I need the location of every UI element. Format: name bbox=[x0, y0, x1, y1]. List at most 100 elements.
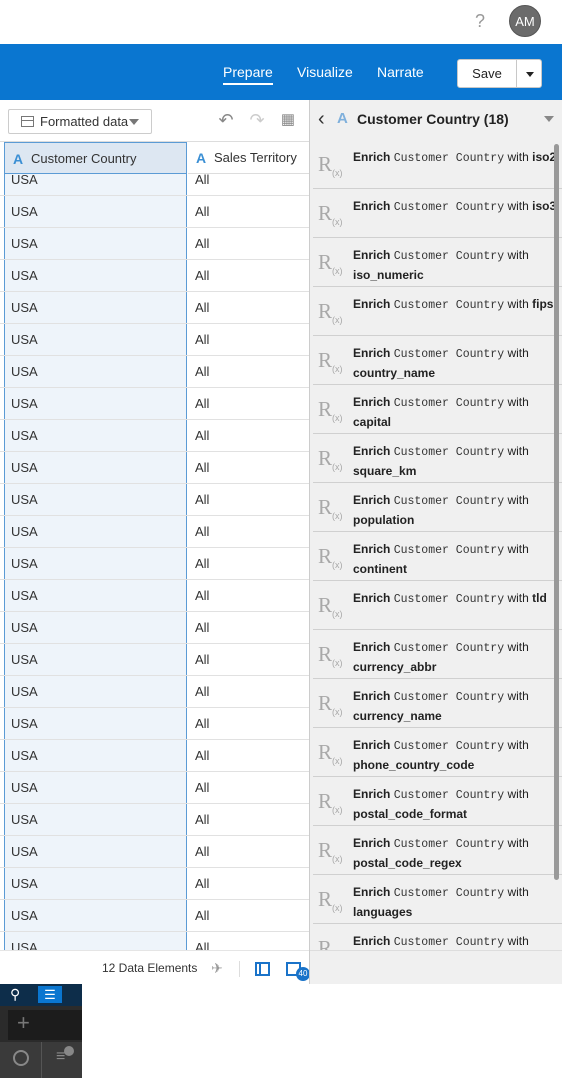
cell-sales-territory[interactable]: All bbox=[188, 772, 309, 803]
tab-prepare[interactable]: Prepare bbox=[223, 64, 273, 85]
cell-customer-country[interactable]: USA bbox=[4, 868, 187, 899]
table-row[interactable]: USA All bbox=[0, 260, 309, 292]
user-icon[interactable] bbox=[13, 1050, 29, 1066]
cell-sales-territory[interactable]: All bbox=[188, 452, 309, 483]
caret-down-icon[interactable] bbox=[544, 116, 554, 122]
add-icon[interactable]: + bbox=[17, 1010, 30, 1036]
save-button[interactable]: Save bbox=[457, 59, 517, 88]
cell-customer-country[interactable]: USA bbox=[4, 580, 187, 611]
cell-customer-country[interactable]: USA bbox=[4, 644, 187, 675]
avatar[interactable]: AM bbox=[509, 5, 541, 37]
recommendation-item[interactable]: R(x) Enrich Customer Country with iso2 bbox=[313, 140, 562, 189]
cell-customer-country[interactable]: USA bbox=[4, 452, 187, 483]
cell-customer-country[interactable]: USA bbox=[4, 196, 187, 227]
cell-customer-country[interactable]: USA bbox=[4, 356, 187, 387]
cell-sales-territory[interactable]: All bbox=[188, 676, 309, 707]
cell-sales-territory[interactable]: All bbox=[188, 740, 309, 771]
cell-sales-territory[interactable]: All bbox=[188, 836, 309, 867]
recommendation-item[interactable]: R(x) Enrich Customer Country with contine… bbox=[313, 532, 562, 581]
table-row[interactable]: USA All bbox=[0, 868, 309, 900]
cell-sales-territory[interactable]: All bbox=[188, 612, 309, 643]
cell-customer-country[interactable]: USA bbox=[4, 484, 187, 515]
cell-sales-territory[interactable]: All bbox=[188, 900, 309, 931]
table-row[interactable]: USA All bbox=[0, 612, 309, 644]
cell-sales-territory[interactable]: All bbox=[188, 548, 309, 579]
table-row[interactable]: USA All bbox=[0, 644, 309, 676]
recommendation-item[interactable]: R(x) Enrich Customer Country with currenc… bbox=[313, 679, 562, 728]
recommendation-item[interactable]: R(x) Enrich Customer Country with tld bbox=[313, 581, 562, 630]
table-row[interactable]: USA All bbox=[0, 420, 309, 452]
recommendation-item[interactable]: R(x) Enrich Customer Country with country… bbox=[313, 336, 562, 385]
cell-customer-country[interactable]: USA bbox=[4, 932, 187, 950]
cell-sales-territory[interactable]: All bbox=[188, 324, 309, 355]
column-header-customer-country[interactable]: A Customer Country bbox=[4, 142, 187, 174]
cell-sales-territory[interactable]: All bbox=[188, 516, 309, 547]
recommendation-item[interactable]: R(x) Enrich Customer Country with square_… bbox=[313, 434, 562, 483]
search-icon[interactable]: ⚲ bbox=[10, 986, 20, 1003]
formatted-data-dropdown[interactable]: Formatted data bbox=[8, 109, 152, 134]
cell-customer-country[interactable]: USA bbox=[4, 900, 187, 931]
cell-customer-country[interactable]: USA bbox=[4, 836, 187, 867]
table-row[interactable]: USA All bbox=[0, 836, 309, 868]
cell-customer-country[interactable]: USA bbox=[4, 772, 187, 803]
recommendation-item[interactable]: R(x) Enrich Customer Country with phone_c… bbox=[313, 728, 562, 777]
toggle-panel-icon[interactable] bbox=[255, 962, 270, 976]
tab-visualize[interactable]: Visualize bbox=[297, 64, 353, 80]
table-row[interactable]: USA All bbox=[0, 676, 309, 708]
recommendation-item[interactable]: R(x) Enrich Customer Country with iso3 bbox=[313, 189, 562, 238]
table-row[interactable]: USA All bbox=[0, 580, 309, 612]
cell-customer-country[interactable]: USA bbox=[4, 292, 187, 323]
recommendation-item[interactable]: R(x) Enrich Customer Country with languag… bbox=[313, 875, 562, 924]
cell-customer-country[interactable]: USA bbox=[4, 612, 187, 643]
cell-sales-territory[interactable]: All bbox=[188, 484, 309, 515]
cell-customer-country[interactable]: USA bbox=[4, 228, 187, 259]
table-row[interactable]: USA All bbox=[0, 548, 309, 580]
table-row[interactable]: USA All bbox=[0, 740, 309, 772]
table-row[interactable]: USA All bbox=[0, 324, 309, 356]
rocket-icon[interactable]: ✈ bbox=[208, 959, 226, 977]
table-row[interactable]: USA All bbox=[0, 932, 309, 950]
table-row[interactable]: USA All bbox=[0, 708, 309, 740]
table-row[interactable]: USA All bbox=[0, 356, 309, 388]
recommendation-item[interactable]: R(x) Enrich Customer Country with fips bbox=[313, 287, 562, 336]
cell-sales-territory[interactable]: All bbox=[188, 804, 309, 835]
table-row[interactable]: USA All bbox=[0, 484, 309, 516]
table-row[interactable]: USA All bbox=[0, 292, 309, 324]
cell-customer-country[interactable]: USA bbox=[4, 708, 187, 739]
scrollbar[interactable] bbox=[554, 144, 559, 880]
cell-sales-territory[interactable]: All bbox=[188, 260, 309, 291]
cell-customer-country[interactable]: USA bbox=[4, 260, 187, 291]
cell-sales-territory[interactable]: All bbox=[188, 228, 309, 259]
cell-sales-territory[interactable]: All bbox=[188, 292, 309, 323]
cell-sales-territory[interactable]: All bbox=[188, 708, 309, 739]
recommendation-item[interactable]: R(x) Enrich Customer Country with bbox=[313, 924, 562, 950]
table-row[interactable]: USA All bbox=[0, 388, 309, 420]
cell-customer-country[interactable]: USA bbox=[4, 516, 187, 547]
cell-customer-country[interactable]: USA bbox=[4, 548, 187, 579]
table-row[interactable]: USA All bbox=[0, 772, 309, 804]
cell-sales-territory[interactable]: All bbox=[188, 420, 309, 451]
cell-sales-territory[interactable]: All bbox=[188, 356, 309, 387]
cell-customer-country[interactable]: USA bbox=[4, 324, 187, 355]
recommendation-item[interactable]: R(x) Enrich Customer Country with capital bbox=[313, 385, 562, 434]
cell-customer-country[interactable]: USA bbox=[4, 420, 187, 451]
undo-icon[interactable]: ↶ bbox=[216, 110, 236, 130]
recommendation-item[interactable]: R(x) Enrich Customer Country with postal_… bbox=[313, 826, 562, 875]
cell-customer-country[interactable]: USA bbox=[4, 174, 187, 195]
cell-sales-territory[interactable]: All bbox=[188, 644, 309, 675]
recommendation-item[interactable]: R(x) Enrich Customer Country with populat… bbox=[313, 483, 562, 532]
cell-sales-territory[interactable]: All bbox=[188, 196, 309, 227]
table-row[interactable]: USA All bbox=[0, 228, 309, 260]
cell-sales-territory[interactable]: All bbox=[188, 580, 309, 611]
column-header-sales-territory[interactable]: A Sales Territory bbox=[188, 142, 309, 174]
table-row[interactable]: USA All bbox=[0, 516, 309, 548]
back-arrow-icon[interactable]: ‹ bbox=[318, 108, 325, 131]
recommendation-item[interactable]: R(x) Enrich Customer Country with postal_… bbox=[313, 777, 562, 826]
cell-customer-country[interactable]: USA bbox=[4, 740, 187, 771]
tab-narrate[interactable]: Narrate bbox=[377, 64, 424, 80]
recommendation-item[interactable]: R(x) Enrich Customer Country with iso_num… bbox=[313, 238, 562, 287]
cell-sales-territory[interactable]: All bbox=[188, 388, 309, 419]
table-row[interactable]: USA All bbox=[0, 804, 309, 836]
save-dropdown-button[interactable] bbox=[516, 59, 542, 88]
help-icon[interactable]: ? bbox=[470, 11, 490, 33]
